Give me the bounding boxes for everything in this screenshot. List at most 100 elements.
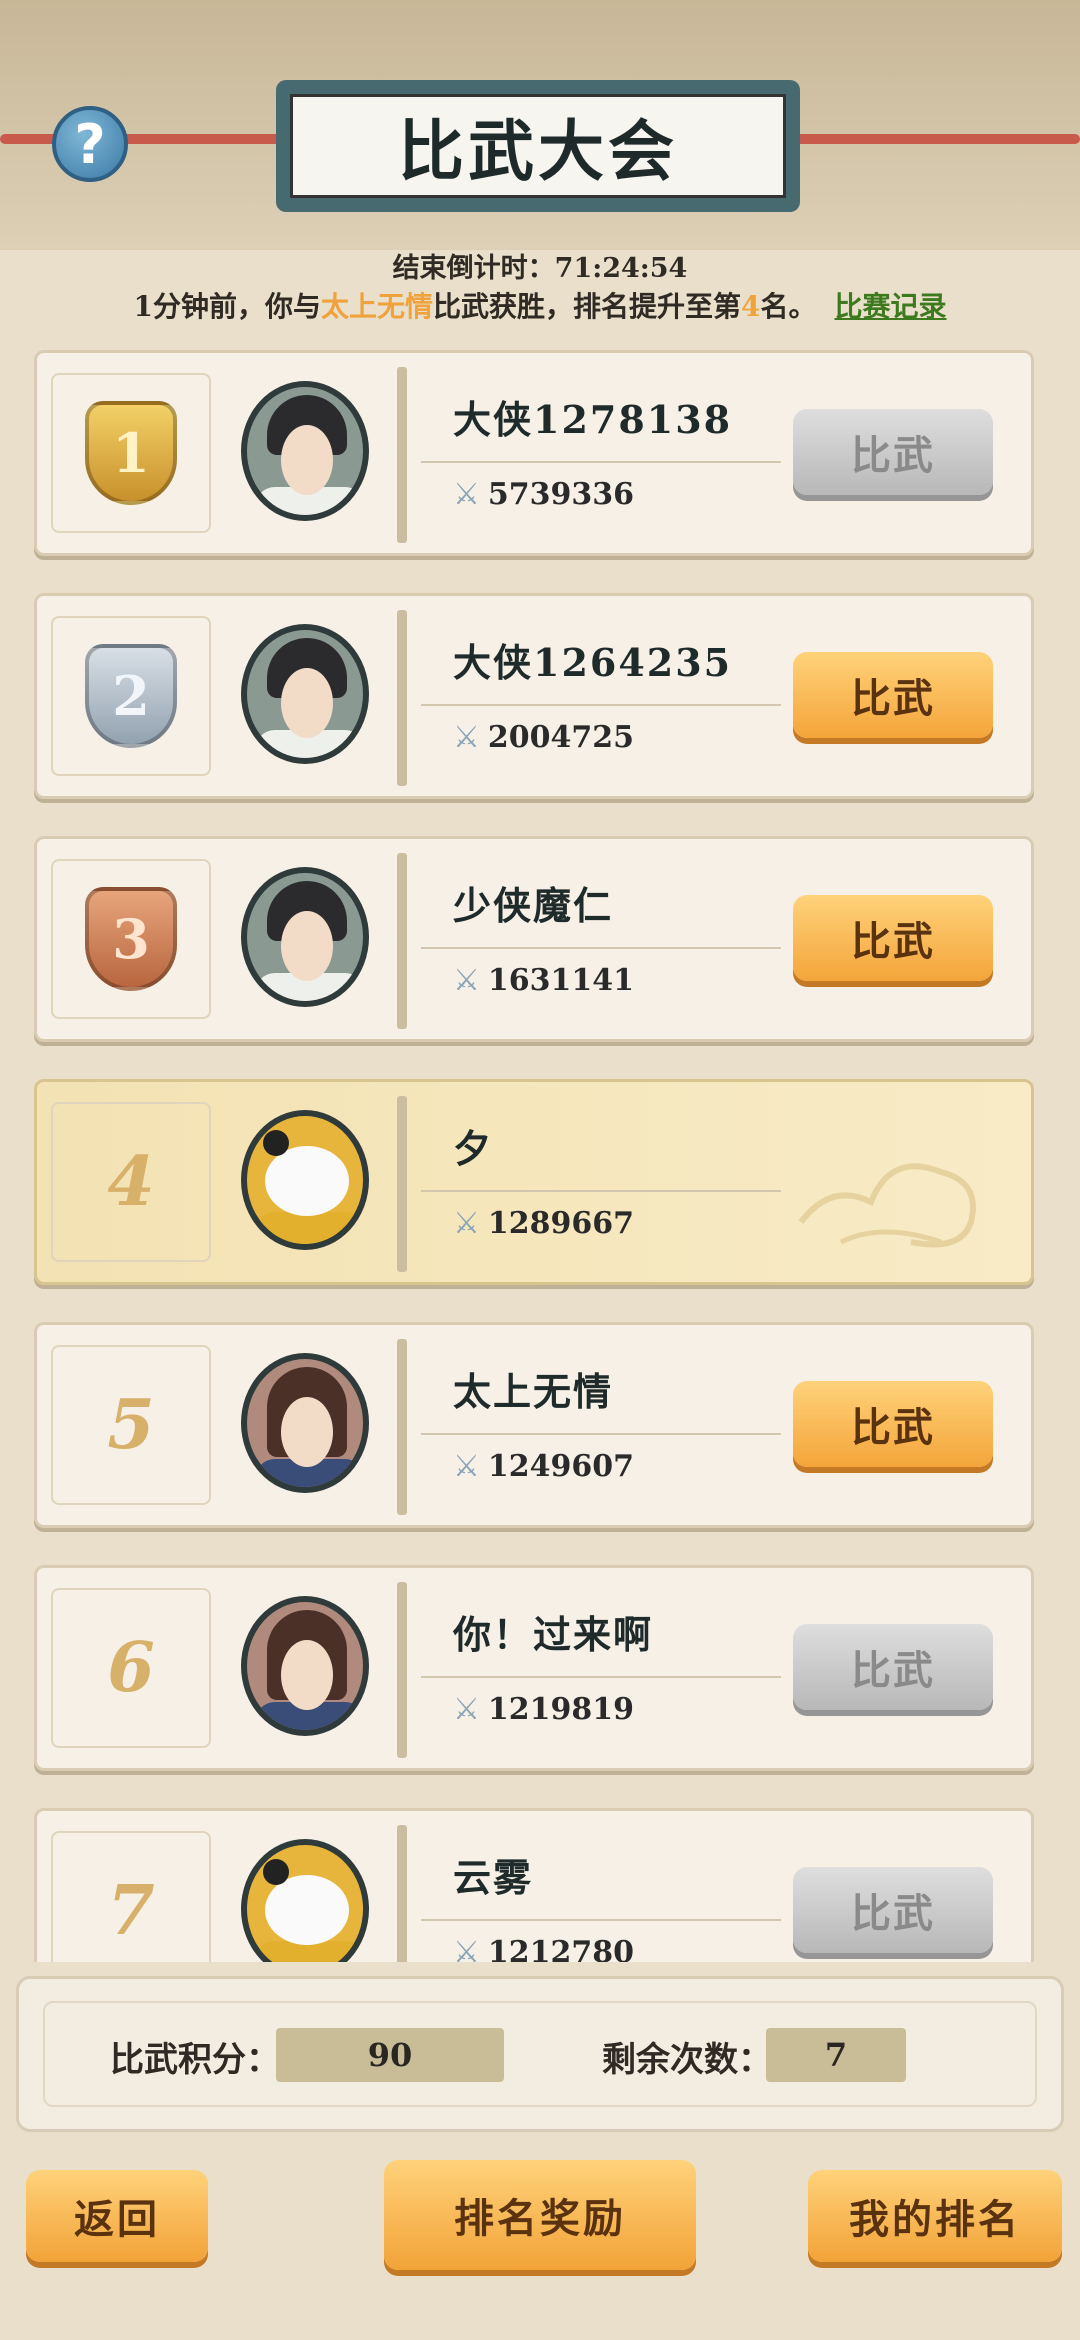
divider bbox=[397, 853, 407, 1029]
player-name: 夕 bbox=[453, 1126, 494, 1171]
score-label: 比武积分： bbox=[110, 2040, 280, 2080]
challenge-button[interactable]: 比武 bbox=[793, 1624, 993, 1710]
countdown: 结束倒计时：71:24:54 bbox=[0, 246, 1080, 285]
divider bbox=[421, 1190, 781, 1192]
power-value: 1219819 bbox=[487, 1692, 635, 1727]
player-name: 大侠1278138 bbox=[453, 397, 733, 442]
countdown-value: 71:24:54 bbox=[554, 253, 688, 284]
player-card: 3 少侠魔仁 ⚔ 1631141 比武 bbox=[34, 836, 1034, 1042]
power-value: 1212780 bbox=[487, 1935, 635, 1962]
avatar[interactable] bbox=[241, 1839, 369, 1962]
player-card: 2 大侠1264235 ⚔ 2004725 比武 bbox=[34, 593, 1034, 799]
divider bbox=[397, 1339, 407, 1515]
challenge-button[interactable]: 比武 bbox=[793, 1867, 993, 1953]
power-value: 1631141 bbox=[487, 963, 635, 998]
rank-rewards-button[interactable]: 排名奖励 bbox=[384, 2160, 696, 2270]
rank-box: 4 bbox=[51, 1102, 211, 1262]
crossed-swords-icon: ⚔ bbox=[453, 477, 480, 512]
notice-middle: 比武获胜，排名提升至第 bbox=[432, 290, 741, 323]
challenge-button[interactable]: 比武 bbox=[793, 409, 993, 495]
challenge-button[interactable]: 比武 bbox=[793, 1381, 993, 1467]
player-power: ⚔ 1249607 bbox=[453, 1449, 634, 1484]
divider bbox=[421, 1676, 781, 1678]
help-icon[interactable]: ? bbox=[52, 106, 128, 182]
notice-suffix: 名。 bbox=[760, 290, 817, 323]
player-card: 7 云雾 ⚔ 1212780 比武 bbox=[34, 1808, 1034, 1962]
divider bbox=[421, 461, 781, 463]
score-value: 90 bbox=[276, 2028, 504, 2082]
crossed-swords-icon: ⚔ bbox=[453, 1935, 480, 1962]
divider bbox=[421, 1919, 781, 1921]
crossed-swords-icon: ⚔ bbox=[453, 720, 480, 755]
silver-medal-icon: 2 bbox=[85, 644, 177, 748]
cloud-ornament-icon bbox=[798, 1163, 976, 1248]
challenge-button[interactable]: 比武 bbox=[793, 652, 993, 738]
player-power: ⚔ 5739336 bbox=[453, 477, 634, 512]
my-rank-button[interactable]: 我的排名 bbox=[808, 2170, 1062, 2262]
player-power: ⚔ 1289667 bbox=[453, 1206, 634, 1241]
divider bbox=[397, 1582, 407, 1758]
remaining-value: 7 bbox=[766, 2028, 906, 2082]
divider bbox=[397, 1096, 407, 1272]
power-value: 5739336 bbox=[487, 477, 635, 512]
bronze-medal-icon: 3 bbox=[85, 887, 177, 991]
player-card: 5 太上无情 ⚔ 1249607 比武 bbox=[34, 1322, 1034, 1528]
rank-number: 4 bbox=[107, 1142, 155, 1222]
ranking-list[interactable]: 1 大侠1278138 ⚔ 5739336 比武 2 大侠1264235 ⚔ 200… bbox=[34, 350, 1038, 1962]
crossed-swords-icon: ⚔ bbox=[453, 963, 480, 998]
divider bbox=[397, 1825, 407, 1962]
power-value: 2004725 bbox=[487, 720, 635, 755]
back-button[interactable]: 返回 bbox=[26, 2170, 208, 2262]
divider bbox=[421, 1433, 781, 1435]
remaining-label: 剩余次数： bbox=[602, 2040, 772, 2080]
player-power: ⚔ 1212780 bbox=[453, 1935, 634, 1962]
power-value: 1249607 bbox=[487, 1449, 635, 1484]
avatar[interactable] bbox=[241, 1353, 369, 1493]
battle-notice: 1分钟前，你与太上无情比武获胜，排名提升至第4名。 比赛记录 bbox=[0, 285, 1080, 325]
notice-prefix: 1分钟前，你与 bbox=[133, 290, 321, 323]
avatar[interactable] bbox=[241, 1110, 369, 1250]
player-power: ⚔ 2004725 bbox=[453, 720, 634, 755]
rope-left bbox=[0, 134, 290, 144]
avatar[interactable] bbox=[241, 1596, 369, 1736]
player-name: 大侠1264235 bbox=[453, 640, 733, 685]
divider bbox=[421, 947, 781, 949]
rope-right bbox=[790, 134, 1080, 144]
player-card: 6 你！过来啊 ⚔ 1219819 比武 bbox=[34, 1565, 1034, 1771]
rank-number: 7 bbox=[107, 1871, 155, 1951]
avatar[interactable] bbox=[241, 867, 369, 1007]
rank-box: 1 bbox=[51, 373, 211, 533]
title-plate: 比武大会 bbox=[276, 80, 800, 212]
player-name: 少侠魔仁 bbox=[453, 883, 614, 928]
notice-opponent: 太上无情 bbox=[320, 290, 433, 323]
rank-box: 2 bbox=[51, 616, 211, 776]
player-name: 太上无情 bbox=[453, 1369, 614, 1414]
rank-box: 3 bbox=[51, 859, 211, 1019]
divider bbox=[397, 610, 407, 786]
crossed-swords-icon: ⚔ bbox=[453, 1449, 480, 1484]
avatar[interactable] bbox=[241, 624, 369, 764]
crossed-swords-icon: ⚔ bbox=[453, 1692, 480, 1727]
countdown-label: 结束倒计时： bbox=[392, 253, 555, 284]
crossed-swords-icon: ⚔ bbox=[453, 1206, 480, 1241]
rank-number: 5 bbox=[107, 1385, 155, 1465]
rank-number: 6 bbox=[107, 1628, 155, 1708]
notice-rank: 4 bbox=[741, 290, 761, 323]
rank-box: 7 bbox=[51, 1831, 211, 1962]
player-card: 1 大侠1278138 ⚔ 5739336 比武 bbox=[34, 350, 1034, 556]
gold-medal-icon: 1 bbox=[85, 401, 177, 505]
player-power: ⚔ 1631141 bbox=[453, 963, 634, 998]
avatar[interactable] bbox=[241, 381, 369, 521]
rank-box: 5 bbox=[51, 1345, 211, 1505]
player-name: 你！过来啊 bbox=[453, 1612, 654, 1657]
rank-box: 6 bbox=[51, 1588, 211, 1748]
player-name: 云雾 bbox=[453, 1855, 534, 1900]
match-record-link[interactable]: 比赛记录 bbox=[835, 290, 947, 323]
divider bbox=[397, 367, 407, 543]
player-card-self: 4 夕 ⚔ 1289667 bbox=[34, 1079, 1034, 1285]
challenge-button[interactable]: 比武 bbox=[793, 895, 993, 981]
divider bbox=[421, 704, 781, 706]
page-title: 比武大会 bbox=[290, 94, 786, 198]
power-value: 1289667 bbox=[487, 1206, 635, 1241]
player-power: ⚔ 1219819 bbox=[453, 1692, 634, 1727]
